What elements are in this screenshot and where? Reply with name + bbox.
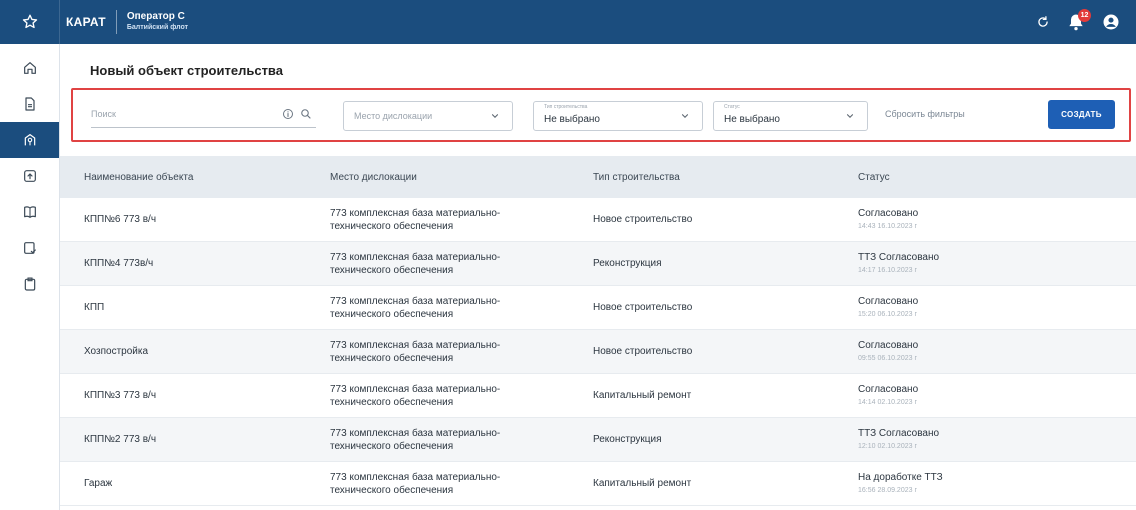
sidebar-item-library[interactable] — [0, 194, 59, 230]
table-row[interactable]: КПП№6 773 в/ч 773 комплексная база матер… — [60, 198, 1136, 242]
object-status: ТТЗ Согласовано 12:10 02.10.2023 г — [858, 427, 1098, 453]
status-timestamp: 12:10 02.10.2023 г — [858, 442, 917, 450]
table-row[interactable]: КПП№2 773 в/ч 773 комплексная база матер… — [60, 418, 1136, 462]
column-header-location[interactable]: Место дислокации — [330, 171, 593, 184]
table-row[interactable]: Хозпостройка 773 комплексная база матери… — [60, 330, 1136, 374]
sidebar-item-clipboard[interactable] — [0, 266, 59, 302]
object-name: КПП№3 773 в/ч — [84, 390, 157, 401]
app-window: КАРАТ Оператор С Балтийский флот 12 Новы… — [0, 0, 1136, 510]
sidebar-item-checklist[interactable] — [0, 230, 59, 266]
object-status: Согласовано 14:14 02.10.2023 г — [858, 383, 1098, 409]
document-icon — [24, 97, 35, 111]
status-timestamp: 14:43 16.10.2023 г — [858, 222, 917, 230]
home-icon — [23, 62, 36, 74]
operator-unit: Балтийский флот — [126, 24, 189, 31]
object-type: Новое строительство — [593, 302, 693, 313]
sidebar-item-documents[interactable] — [0, 86, 59, 122]
top-bar-actions: 12 — [1036, 9, 1120, 32]
status-value: Не выбрано — [724, 114, 780, 125]
object-name: КПП — [84, 302, 105, 313]
notifications-button[interactable]: 12 — [1066, 9, 1091, 32]
info-icon[interactable] — [282, 108, 294, 120]
object-type: Капитальный ремонт — [593, 390, 692, 401]
table-row[interactable]: КПП 773 комплексная база материально-тех… — [60, 286, 1136, 330]
object-status: Согласовано 15:20 06.10.2023 г — [858, 295, 1098, 321]
object-name: КПП№4 773в/ч — [84, 258, 154, 269]
create-button[interactable]: СОЗДАТЬ — [1048, 100, 1115, 129]
search-input[interactable]: Поиск — [91, 106, 316, 128]
object-type: Новое строительство — [593, 346, 693, 357]
column-header-name[interactable]: Наименование объекта — [60, 172, 330, 183]
top-bar: КАРАТ Оператор С Балтийский флот 12 — [0, 0, 1136, 44]
object-location: 773 комплексная база материально-техниче… — [330, 427, 501, 452]
book-icon — [23, 206, 36, 218]
object-location: 773 комплексная база материально-техниче… — [330, 471, 501, 496]
checklist-icon — [23, 242, 36, 254]
status-timestamp: 15:20 06.10.2023 г — [858, 310, 917, 318]
filter-bar: Поиск Место дислокации Тип строительства… — [71, 88, 1131, 142]
chevron-down-icon — [491, 114, 499, 119]
page-title: Новый объект строительства — [90, 63, 283, 78]
table-row[interactable]: КПП№3 773 в/ч 773 комплексная база матер… — [60, 374, 1136, 418]
column-header-status[interactable]: Статус — [858, 171, 1098, 184]
operator-info: Оператор С Балтийский флот — [127, 11, 188, 33]
object-name: Гараж — [84, 478, 113, 489]
object-type: Новое строительство — [593, 214, 693, 225]
object-location: 773 комплексная база материально-техниче… — [330, 295, 501, 320]
object-name: КПП№2 773 в/ч — [84, 434, 157, 445]
object-name: КПП№6 773 в/ч — [84, 214, 157, 225]
status-timestamp: 09:55 06.10.2023 г — [858, 354, 917, 362]
object-status: Согласовано 14:43 16.10.2023 г — [858, 207, 1098, 233]
status-select[interactable]: Статус Не выбрано — [713, 101, 868, 131]
construction-type-select[interactable]: Тип строительства Не выбрано — [533, 101, 703, 131]
object-location: 773 комплексная база материально-техниче… — [330, 383, 501, 408]
construction-type-label: Тип строительства — [544, 104, 588, 110]
user-icon[interactable] — [1102, 13, 1120, 31]
chevron-down-icon — [681, 114, 689, 119]
search-placeholder: Поиск — [91, 109, 116, 119]
star-icon — [22, 14, 37, 29]
sidebar — [0, 44, 60, 510]
column-header-type[interactable]: Тип строительства — [593, 172, 858, 183]
sidebar-item-home[interactable] — [0, 50, 59, 86]
object-location: 773 комплексная база материально-техниче… — [330, 339, 501, 364]
object-location: 773 комплексная база материально-техниче… — [330, 251, 501, 276]
object-status: ТТЗ Согласовано 14:17 16.10.2023 г — [858, 251, 1098, 277]
sidebar-item-upload[interactable] — [0, 158, 59, 194]
refresh-icon[interactable] — [1036, 15, 1050, 29]
status-timestamp: 14:17 16.10.2023 г — [858, 266, 917, 274]
object-name: Хозпостройка — [84, 346, 149, 357]
app-brand[interactable]: КАРАТ — [66, 15, 106, 29]
clipboard-icon — [24, 277, 35, 291]
table-row[interactable]: Гараж 773 комплексная база материально-т… — [60, 462, 1136, 506]
map-pin-icon — [24, 134, 35, 146]
table-header: Наименование объекта Место дислокации Ти… — [60, 156, 1136, 198]
object-type: Реконструкция — [593, 258, 662, 269]
brand-divider — [115, 10, 117, 34]
location-select[interactable]: Место дислокации — [343, 101, 513, 131]
construction-type-value: Не выбрано — [544, 114, 600, 125]
status-timestamp: 16:56 28.09.2023 г — [858, 486, 917, 494]
operator-name: Оператор С — [126, 11, 185, 22]
table-row[interactable]: КПП№4 773в/ч 773 комплексная база матери… — [60, 242, 1136, 286]
location-placeholder: Место дислокации — [354, 111, 433, 121]
object-status: Согласовано 09:55 06.10.2023 г — [858, 339, 1098, 365]
status-label: Статус — [724, 104, 740, 110]
favorites-button[interactable] — [0, 0, 60, 44]
main-content: Новый объект строительства Поиск Место д… — [60, 44, 1136, 510]
upload-icon — [23, 170, 36, 182]
sidebar-item-objects[interactable] — [0, 122, 59, 158]
search-icon[interactable] — [300, 108, 312, 120]
object-location: 773 комплексная база материально-техниче… — [330, 207, 501, 232]
status-timestamp: 14:14 02.10.2023 г — [858, 398, 917, 406]
reset-filters-link[interactable]: Сбросить фильтры — [885, 109, 965, 119]
object-status: На доработке ТТЗ 16:56 28.09.2023 г — [858, 471, 1098, 497]
objects-table: Наименование объекта Место дислокации Ти… — [60, 156, 1136, 506]
object-type: Капитальный ремонт — [593, 478, 692, 489]
chevron-down-icon — [846, 114, 854, 119]
object-type: Реконструкция — [593, 434, 662, 445]
notification-badge: 12 — [1078, 9, 1091, 22]
